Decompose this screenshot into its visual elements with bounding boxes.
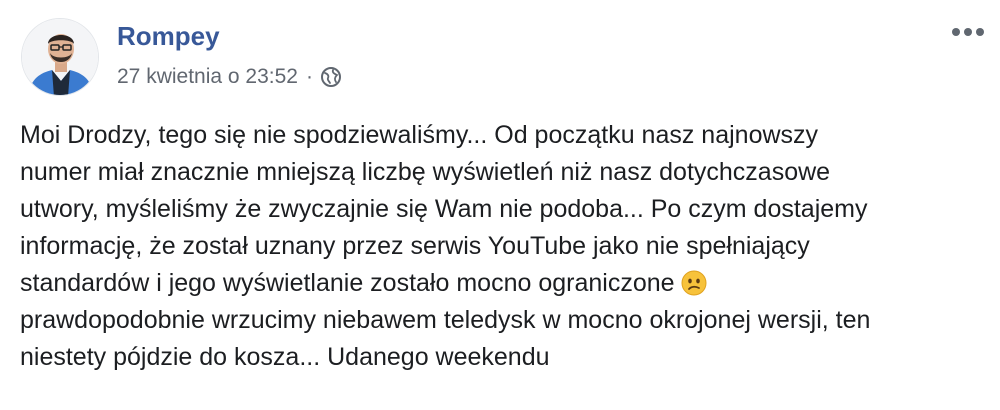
post-text-line: standardów i jego wyświetlanie zostało m… <box>20 269 675 297</box>
facebook-post: Rompey 27 kwietnia o 23:52 · Moi Drodzy,… <box>0 0 1000 410</box>
post-meta: 27 kwietnia o 23:52 · <box>117 62 342 92</box>
globe-icon[interactable] <box>320 66 342 88</box>
avatar[interactable] <box>21 18 99 96</box>
post-text-line: numer miał znacznie mniejszą liczbę wyśw… <box>20 158 831 186</box>
post-text-line: prawdopodobnie wrzucimy niebawem teledys… <box>20 306 871 334</box>
post-text-line: utwory, myśleliśmy że zwyczajnie się Wam… <box>20 195 868 223</box>
meta-separator: · <box>305 65 313 88</box>
confused-face-emoji-icon <box>681 270 707 296</box>
post-body-text: Moi Drodzy, tego się nie spodziewaliśmy.… <box>20 117 980 376</box>
post-text-line: informację, że został uznany przez serwi… <box>20 232 810 260</box>
post-text-line: Moi Drodzy, tego się nie spodziewaliśmy.… <box>20 121 819 149</box>
more-options-icon <box>952 28 984 36</box>
author-name-link[interactable]: Rompey <box>117 19 220 53</box>
post-timestamp-link[interactable]: 27 kwietnia o 23:52 <box>117 62 298 92</box>
post-text-line: niestety pójdzie do kosza... Udanego wee… <box>20 343 550 371</box>
post-text-line-with-emoji: standardów i jego wyświetlanie zostało m… <box>20 265 980 302</box>
more-options-button[interactable] <box>948 20 988 44</box>
avatar-image <box>22 19 98 95</box>
